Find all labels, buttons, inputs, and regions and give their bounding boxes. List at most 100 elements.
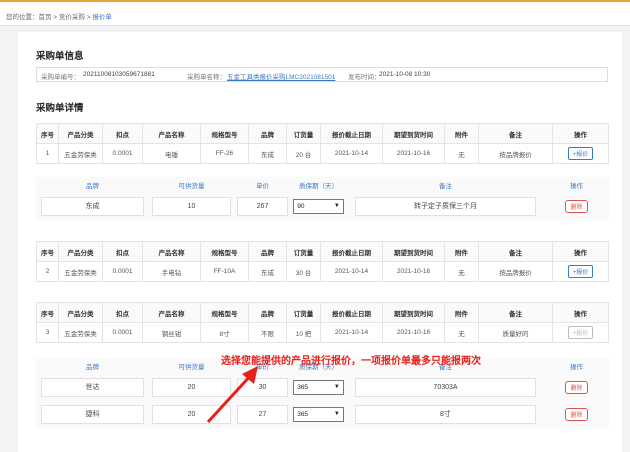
table-cell: 2021-10-14	[320, 143, 383, 164]
column-header: 规格型号	[200, 241, 249, 262]
delete-quote-button[interactable]: 删除	[565, 407, 588, 421]
quote-cell: 365 ▼	[290, 400, 347, 428]
quote-remark-input[interactable]: 转子定子质保三个月	[354, 196, 537, 216]
add-quote-button[interactable]: +报价	[567, 326, 594, 339]
quote-qty-input[interactable]: 10	[152, 196, 231, 216]
warranty-value: 90	[297, 202, 305, 210]
column-header: 序号	[36, 302, 59, 323]
column-header: 备注	[478, 241, 553, 262]
table-cell: 30 台	[286, 261, 321, 282]
add-quote-button[interactable]: +报价	[567, 147, 594, 160]
column-header: 期望到货时间	[382, 241, 445, 262]
quote-column-header: 品牌	[36, 358, 149, 374]
order-item-table: 序号 产品分类 扣点 产品名称 规格型号 品牌 订货量 报价截止日期 期望到货时间 附件 备注 操作 3…	[36, 302, 609, 343]
quote-table: 品牌 可供货量 单价 质保期（天） 备注 操作 东成 10 267 90 ▼ 转子定子质保三个月 删除	[36, 177, 609, 220]
add-quote-button[interactable]: +报价	[567, 265, 594, 278]
column-header: 备注	[478, 302, 553, 323]
table-cell: FF-10A	[200, 261, 249, 282]
table-cell: 按品牌报价	[478, 261, 553, 282]
quote-brand-input[interactable]: 世达	[41, 377, 144, 397]
column-header: 附件	[444, 241, 479, 262]
quote-column-header: 操作	[544, 358, 609, 374]
quote-price-input[interactable]: 267	[237, 196, 288, 216]
breadcrumb: 您的位置：首页 > 竞价采购 > 报价单	[6, 11, 112, 21]
column-header: 产品名称	[142, 241, 201, 262]
content-panel: 采购单信息 采购单编号： 20211008103059671881 采购单名称：…	[18, 32, 622, 452]
column-header: 品牌	[248, 302, 287, 323]
column-header: 订货量	[286, 241, 321, 262]
quote-column-header: 备注	[346, 177, 545, 193]
table-cell: 2	[36, 261, 59, 282]
order-info-box: 采购单编号： 20211008103059671881 采购单名称： 五金工具类…	[36, 67, 608, 82]
table-cell: 质量好的	[478, 322, 553, 343]
action-cell: 删除	[544, 400, 609, 428]
column-header: 备注	[478, 123, 553, 144]
table-cell: 电锤	[142, 143, 201, 164]
column-header: 订货量	[286, 302, 321, 323]
order-no-label: 采购单编号：	[41, 74, 80, 81]
table-cell: 五金劳保类	[58, 261, 103, 282]
table-cell: 2021-10-16	[382, 261, 445, 282]
table-cell: 手电钻	[142, 261, 201, 282]
table-cell: 20 台	[286, 143, 321, 164]
table-cell: 东成	[248, 261, 287, 282]
table-row: 1 五金劳保类 0.0001 电锤 FF-26 东成 20 台 2021-10-14 2021-…	[36, 143, 609, 164]
quote-column-header: 可供货量	[148, 177, 235, 193]
warranty-value: 365	[297, 410, 309, 418]
action-cell: +报价	[552, 261, 609, 282]
top-bar: 您的位置：首页 > 竞价采购 > 报价单	[0, 0, 630, 26]
quote-brand-input[interactable]: 东成	[41, 196, 144, 216]
info-section-title: 采购单信息	[36, 51, 84, 62]
quote-remark-input[interactable]: 8寸	[354, 404, 537, 424]
table-cell: 不限	[248, 322, 287, 343]
table-cell: 钢丝钳	[142, 322, 201, 343]
table-cell: 无	[444, 322, 479, 343]
table-cell: 3	[36, 322, 59, 343]
table-cell: 2021-10-16	[382, 322, 445, 343]
table-cell: 2021-10-16	[382, 143, 445, 164]
quote-row: 捷科 20 27 365 ▼ 8寸 删除	[36, 400, 609, 428]
table-row: 2 五金劳保类 0.0001 手电钻 FF-10A 东成 30 台 2021-10-14 202…	[36, 261, 609, 282]
quote-brand-input[interactable]: 捷科	[41, 404, 144, 424]
quote-cell: 东成	[36, 192, 149, 220]
column-header: 订货量	[286, 123, 321, 144]
quote-column-header: 操作	[544, 177, 609, 193]
publish-time-value: 2021-10-08 10:30	[379, 71, 431, 78]
table-cell: 0.0001	[102, 322, 143, 343]
table-cell: 五金劳保类	[58, 143, 103, 164]
warranty-select[interactable]: 365 ▼	[293, 379, 344, 395]
dropdown-arrow-icon: ▼	[333, 202, 340, 209]
column-header: 产品分类	[58, 123, 103, 144]
quote-remark-input[interactable]: 70303A	[354, 377, 537, 397]
delete-quote-button[interactable]: 删除	[565, 199, 588, 213]
column-header: 扣点	[102, 302, 143, 323]
delete-quote-button[interactable]: 删除	[565, 380, 588, 394]
order-name-link[interactable]: 五金工具类报价采购LMC2021081501	[227, 71, 335, 81]
column-header: 扣点	[102, 241, 143, 262]
order-item-table: 序号 产品分类 扣点 产品名称 规格型号 品牌 订货量 报价截止日期 期望到货时间 附件 备注 操作 1…	[36, 123, 609, 164]
table-cell: 无	[444, 261, 479, 282]
column-header: 期望到货时间	[382, 123, 445, 144]
quote-cell: 365 ▼	[290, 373, 347, 401]
dropdown-arrow-icon: ▼	[333, 383, 340, 390]
publish-time-label: 发布时间：	[348, 74, 381, 81]
quote-row: 东成 10 267 90 ▼ 转子定子质保三个月 删除	[36, 192, 609, 220]
warranty-select[interactable]: 365 ▼	[293, 406, 344, 422]
table-cell: FF-26	[200, 143, 249, 164]
warranty-select[interactable]: 90 ▼	[293, 198, 344, 214]
breadcrumb-section[interactable]: 竞价采购	[59, 14, 85, 21]
order-no-value: 20211008103059671881	[83, 71, 155, 78]
quote-cell: 转子定子质保三个月	[346, 192, 545, 220]
breadcrumb-home[interactable]: 首页	[39, 14, 52, 21]
column-header: 规格型号	[200, 123, 249, 144]
column-header: 操作	[552, 123, 609, 144]
order-name-label: 采购单名称：	[187, 74, 226, 81]
column-header: 操作	[552, 241, 609, 262]
quote-column-header: 单价	[234, 177, 291, 193]
column-header: 附件	[444, 123, 479, 144]
quote-row: 世达 20 30 365 ▼ 70303A 删除	[36, 373, 609, 401]
details-section-title: 采购单详情	[36, 103, 84, 114]
table-row: 3 五金劳保类 0.0001 钢丝钳 8寸 不限 10 把 2021-10-14 2021-10…	[36, 322, 609, 343]
column-header: 规格型号	[200, 302, 249, 323]
quote-cell: 70303A	[346, 373, 545, 401]
